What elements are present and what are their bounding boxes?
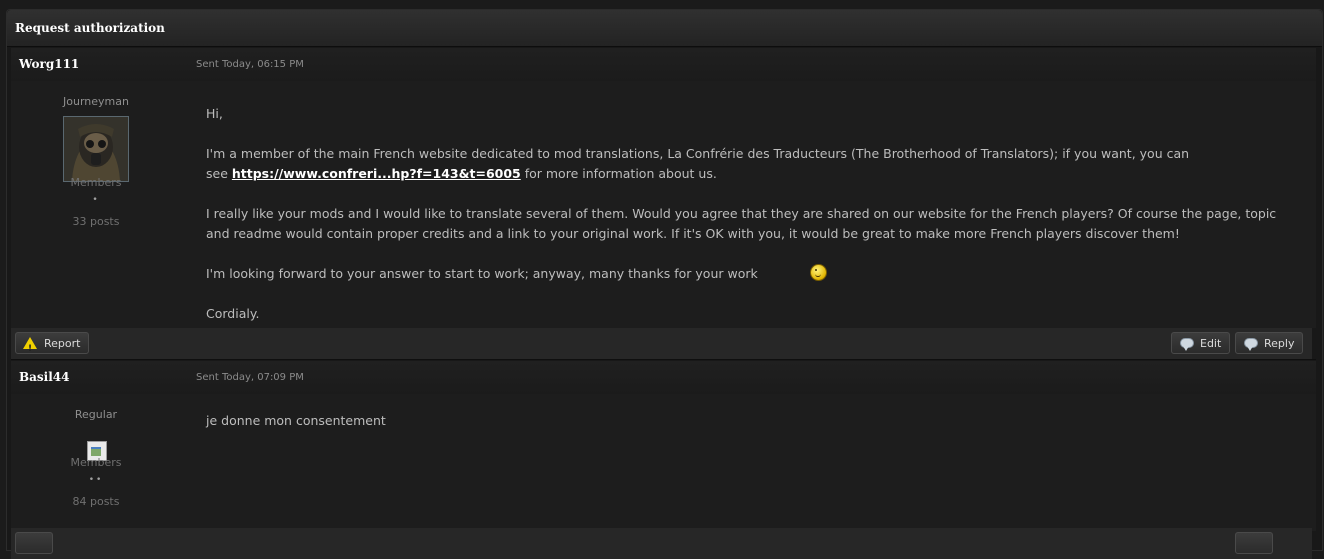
- rank-pips: ••: [88, 475, 104, 485]
- message-text: I'm looking forward to your answer to st…: [206, 266, 758, 281]
- report-button[interactable]: [15, 532, 53, 554]
- message-paragraph: I'm a member of the main French website …: [206, 144, 1296, 184]
- title-bar: Request authorization: [7, 10, 1322, 47]
- message-window: Request authorization Worg111 Sent Today…: [6, 9, 1323, 559]
- warning-icon: [23, 337, 37, 360]
- post-actions: [11, 528, 1312, 559]
- post-body: Regular Members •• 84 posts je donne mon…: [11, 394, 1316, 531]
- edit-button[interactable]: Edit: [1171, 332, 1231, 354]
- post-header: Basil44 Sent Today, 07:09 PM: [11, 361, 1316, 394]
- message-greeting: Hi,: [206, 106, 223, 121]
- report-label: Report: [44, 337, 81, 350]
- post-count: 33 posts: [72, 215, 120, 228]
- speech-bubble-icon: [1180, 338, 1194, 351]
- message-signature: Cordialy.: [206, 306, 260, 321]
- user-rank: Regular: [74, 408, 118, 421]
- post-item: Basil44 Sent Today, 07:09 PM Regular Mem…: [11, 361, 1316, 531]
- post-item: Worg111 Sent Today, 06:15 PM Journeyman: [11, 48, 1316, 328]
- post-date: Sent Today, 06:15 PM: [196, 59, 304, 70]
- rank-pips: •: [92, 195, 100, 205]
- post-actions: Report Edit Reply: [11, 328, 1312, 360]
- edit-label: Edit: [1200, 337, 1222, 350]
- message-text: see: [206, 166, 232, 181]
- avatar[interactable]: [63, 116, 129, 182]
- reply-button[interactable]: [1235, 532, 1273, 554]
- author-name[interactable]: Worg111: [19, 57, 79, 71]
- message-text: I really like your mods and I would like…: [206, 206, 1277, 221]
- post-divider: [11, 359, 1316, 360]
- post-count: 84 posts: [72, 495, 120, 508]
- user-rank: Journeyman: [63, 95, 129, 108]
- post-date: Sent Today, 07:09 PM: [196, 372, 304, 383]
- gasmask-soldier-icon: [64, 117, 128, 181]
- message-text: and readme would contain proper credits …: [206, 226, 1180, 241]
- author-name[interactable]: Basil44: [19, 370, 70, 384]
- reply-label: Reply: [1264, 337, 1295, 350]
- page-title: Request authorization: [15, 21, 165, 35]
- message-content: je donne mon consentement: [206, 411, 1296, 451]
- user-group: Members: [70, 456, 122, 469]
- external-link[interactable]: https://www.confreri...hp?f=143&t=6005: [232, 166, 521, 181]
- speech-bubble-icon: [1244, 338, 1258, 351]
- user-group: Members: [70, 176, 122, 189]
- post-header: Worg111 Sent Today, 06:15 PM: [11, 48, 1316, 81]
- message-paragraph: I'm looking forward to your answer to st…: [206, 264, 1296, 284]
- message-text: for more information about us.: [520, 166, 717, 181]
- message-content: Hi, I'm a member of the main French webs…: [206, 104, 1296, 344]
- reply-button[interactable]: Reply: [1235, 332, 1304, 354]
- message-paragraph: I really like your mods and I would like…: [206, 204, 1296, 244]
- wink-smiley-icon: [809, 264, 827, 281]
- message-text: I'm a member of the main French website …: [206, 146, 1190, 161]
- message-text: je donne mon consentement: [206, 413, 386, 428]
- post-body: Journeyman Members • 33 posts Hi, I'm a …: [11, 81, 1316, 328]
- report-button[interactable]: Report: [15, 332, 90, 360]
